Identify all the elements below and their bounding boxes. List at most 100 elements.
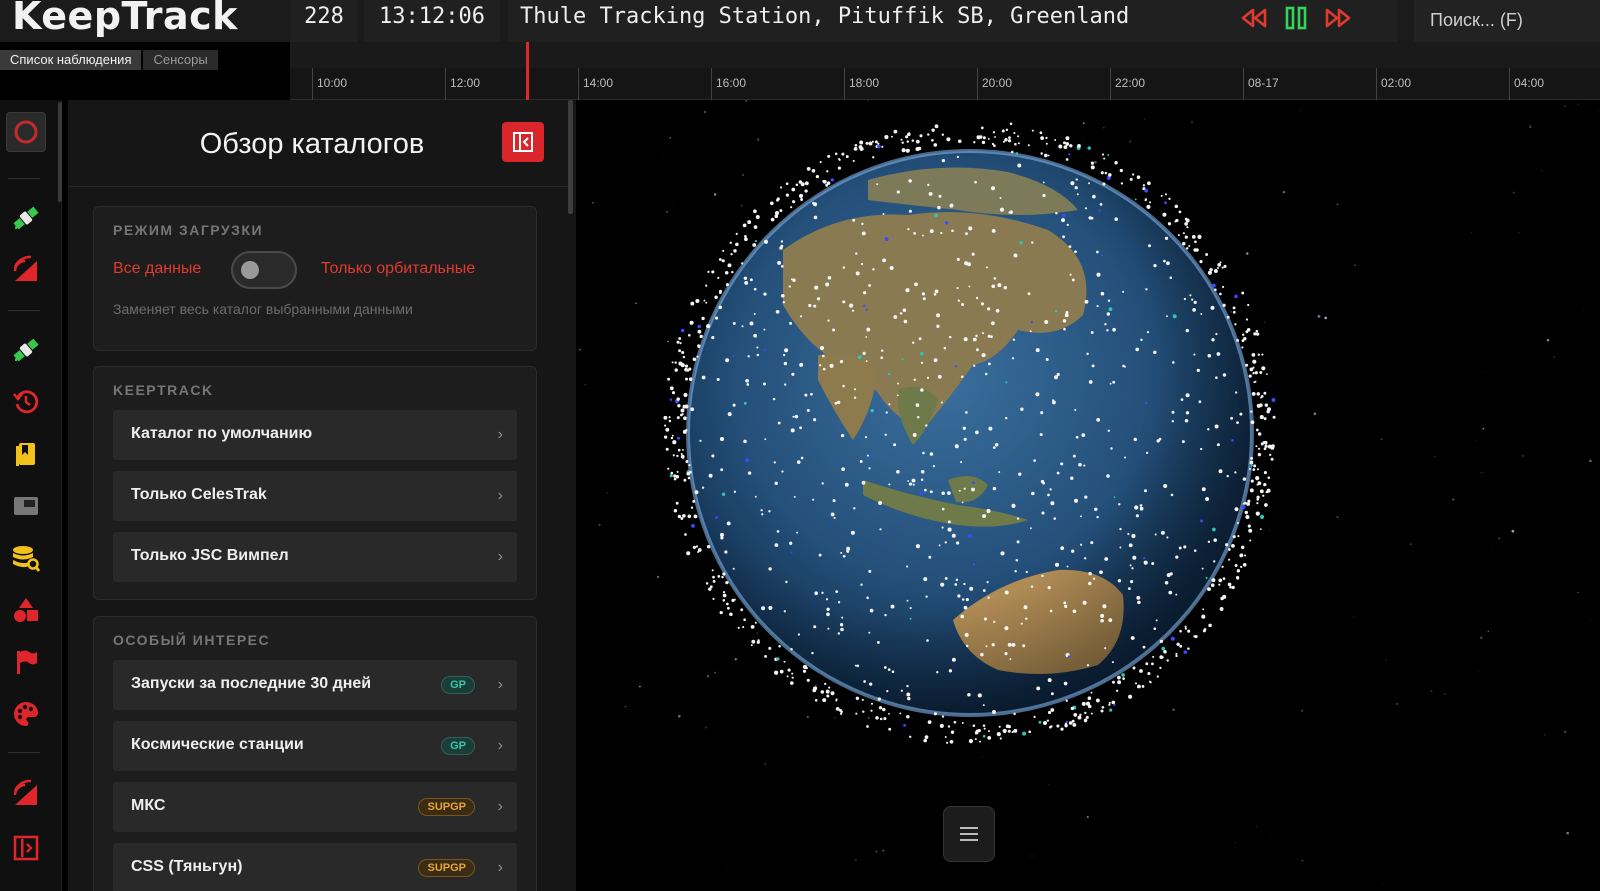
satellite-dot[interactable] [965, 411, 968, 414]
satellite-dot[interactable] [1049, 609, 1053, 613]
satellite-dot[interactable] [1213, 269, 1218, 273]
satellite-dot[interactable] [688, 377, 693, 381]
satellite-dot[interactable] [985, 645, 988, 648]
satellite-dot[interactable] [812, 688, 817, 693]
satellite-dot[interactable] [685, 460, 689, 463]
satellite-dot[interactable] [780, 265, 784, 268]
satellite-dot[interactable] [1072, 609, 1077, 614]
satellite-dot[interactable] [1215, 332, 1218, 336]
satellite-dot[interactable] [972, 563, 976, 566]
satellite-dot[interactable] [939, 723, 944, 728]
bookmark-icon[interactable] [6, 434, 46, 474]
satellite-dot[interactable] [870, 408, 874, 413]
satellite-dot[interactable] [1175, 555, 1179, 559]
satellite-dot[interactable] [1243, 554, 1247, 557]
satellite-dot[interactable] [1011, 642, 1016, 647]
satellite-dot[interactable] [944, 736, 947, 738]
satellite-dot[interactable] [835, 699, 838, 702]
satellite-dot[interactable] [1260, 442, 1264, 446]
satellite-dot[interactable] [780, 244, 784, 248]
satellite-dot[interactable] [956, 257, 960, 261]
satellite-dot[interactable] [1029, 330, 1032, 333]
satellite-dot[interactable] [840, 710, 843, 713]
satellite-dot[interactable] [841, 616, 844, 619]
satellite-dot[interactable] [802, 664, 807, 669]
satellite-dot[interactable] [864, 436, 868, 439]
satellite-dot[interactable] [1153, 627, 1157, 630]
satellite-dot[interactable] [668, 419, 672, 423]
satellite-dot[interactable] [1249, 367, 1254, 372]
history-icon[interactable] [6, 382, 46, 422]
satellite-dot[interactable] [1207, 270, 1212, 275]
satellite-dot[interactable] [885, 411, 888, 414]
satellite-dot[interactable] [804, 393, 808, 397]
satellite-dot[interactable] [1114, 217, 1118, 221]
satellite-dot[interactable] [680, 453, 683, 455]
satellite-dot[interactable] [1216, 266, 1220, 270]
satellite-dot[interactable] [874, 140, 878, 144]
satellite-dot[interactable] [1175, 654, 1178, 658]
satellite-dot[interactable] [852, 159, 855, 162]
satellite-dot[interactable] [987, 735, 992, 740]
satellite-dot[interactable] [991, 709, 997, 715]
satellite-dot[interactable] [1067, 655, 1071, 659]
satellite-dot[interactable] [712, 575, 715, 579]
satellite-dot[interactable] [967, 262, 971, 267]
satellite-dot[interactable] [701, 316, 705, 321]
satellite-dot[interactable] [958, 489, 961, 492]
satellite-dot[interactable] [1103, 157, 1106, 160]
satellite-dot[interactable] [669, 474, 673, 478]
satellite-dot[interactable] [901, 358, 904, 361]
satellite-dot[interactable] [938, 194, 942, 198]
satellite-dot[interactable] [1047, 154, 1050, 157]
satellite-dot[interactable] [675, 501, 679, 505]
satellite-dot[interactable] [1178, 546, 1182, 550]
satellite-dot[interactable] [688, 367, 692, 371]
satellite-dot[interactable] [878, 706, 883, 710]
satellite-dot[interactable] [1100, 291, 1105, 296]
satellite-dot[interactable] [1254, 380, 1257, 383]
satellite-dot[interactable] [1255, 428, 1259, 432]
satellite-dot[interactable] [1072, 454, 1076, 458]
satellite-dot[interactable] [1069, 273, 1072, 276]
satellite-dot[interactable] [792, 200, 796, 204]
satellite-dot[interactable] [994, 136, 996, 138]
satellite-dot[interactable] [798, 180, 803, 184]
satellite-dot[interactable] [1185, 328, 1189, 333]
satellite-dot[interactable] [1245, 514, 1250, 520]
satellite-dot[interactable] [1102, 182, 1106, 186]
satellite-dot[interactable] [908, 735, 912, 739]
satellite-dot[interactable] [908, 209, 912, 213]
satellite-dot[interactable] [1040, 152, 1043, 155]
satellite-dot[interactable] [1015, 558, 1019, 562]
satellite-dot[interactable] [754, 495, 757, 498]
satellite-dot[interactable] [1148, 244, 1151, 248]
satellite-dot[interactable] [1187, 629, 1191, 633]
satellite-dot[interactable] [893, 315, 898, 319]
satellite-dot[interactable] [954, 583, 958, 586]
satellite-dot[interactable] [870, 702, 874, 705]
satellite-dot[interactable] [699, 336, 702, 339]
satellite-icon[interactable] [6, 330, 46, 370]
satellite-dot[interactable] [1130, 580, 1134, 584]
satellite-dot[interactable] [925, 424, 928, 427]
satellite-dot[interactable] [1215, 376, 1218, 380]
satellite-dot[interactable] [1004, 137, 1008, 142]
satellite-dot[interactable] [719, 610, 723, 615]
satellite-dot[interactable] [916, 415, 920, 419]
satellite-dot[interactable] [1249, 539, 1252, 542]
satellite-dot[interactable] [975, 334, 978, 338]
satellite-dot[interactable] [1054, 139, 1057, 141]
satellite-dot[interactable] [991, 321, 995, 326]
satellite-dot[interactable] [756, 346, 759, 349]
satellite-dot[interactable] [683, 392, 688, 398]
satellite-dot[interactable] [1216, 352, 1221, 356]
satellite-dot[interactable] [1153, 350, 1157, 355]
satellite-dot[interactable] [1186, 226, 1189, 229]
satellite-dot[interactable] [920, 478, 924, 481]
satellite-dot[interactable] [1193, 353, 1196, 356]
satellite-dot[interactable] [1232, 535, 1236, 539]
satellite-dot[interactable] [920, 388, 924, 392]
satellite-dot[interactable] [791, 672, 794, 675]
satellite-dot[interactable] [870, 709, 873, 712]
